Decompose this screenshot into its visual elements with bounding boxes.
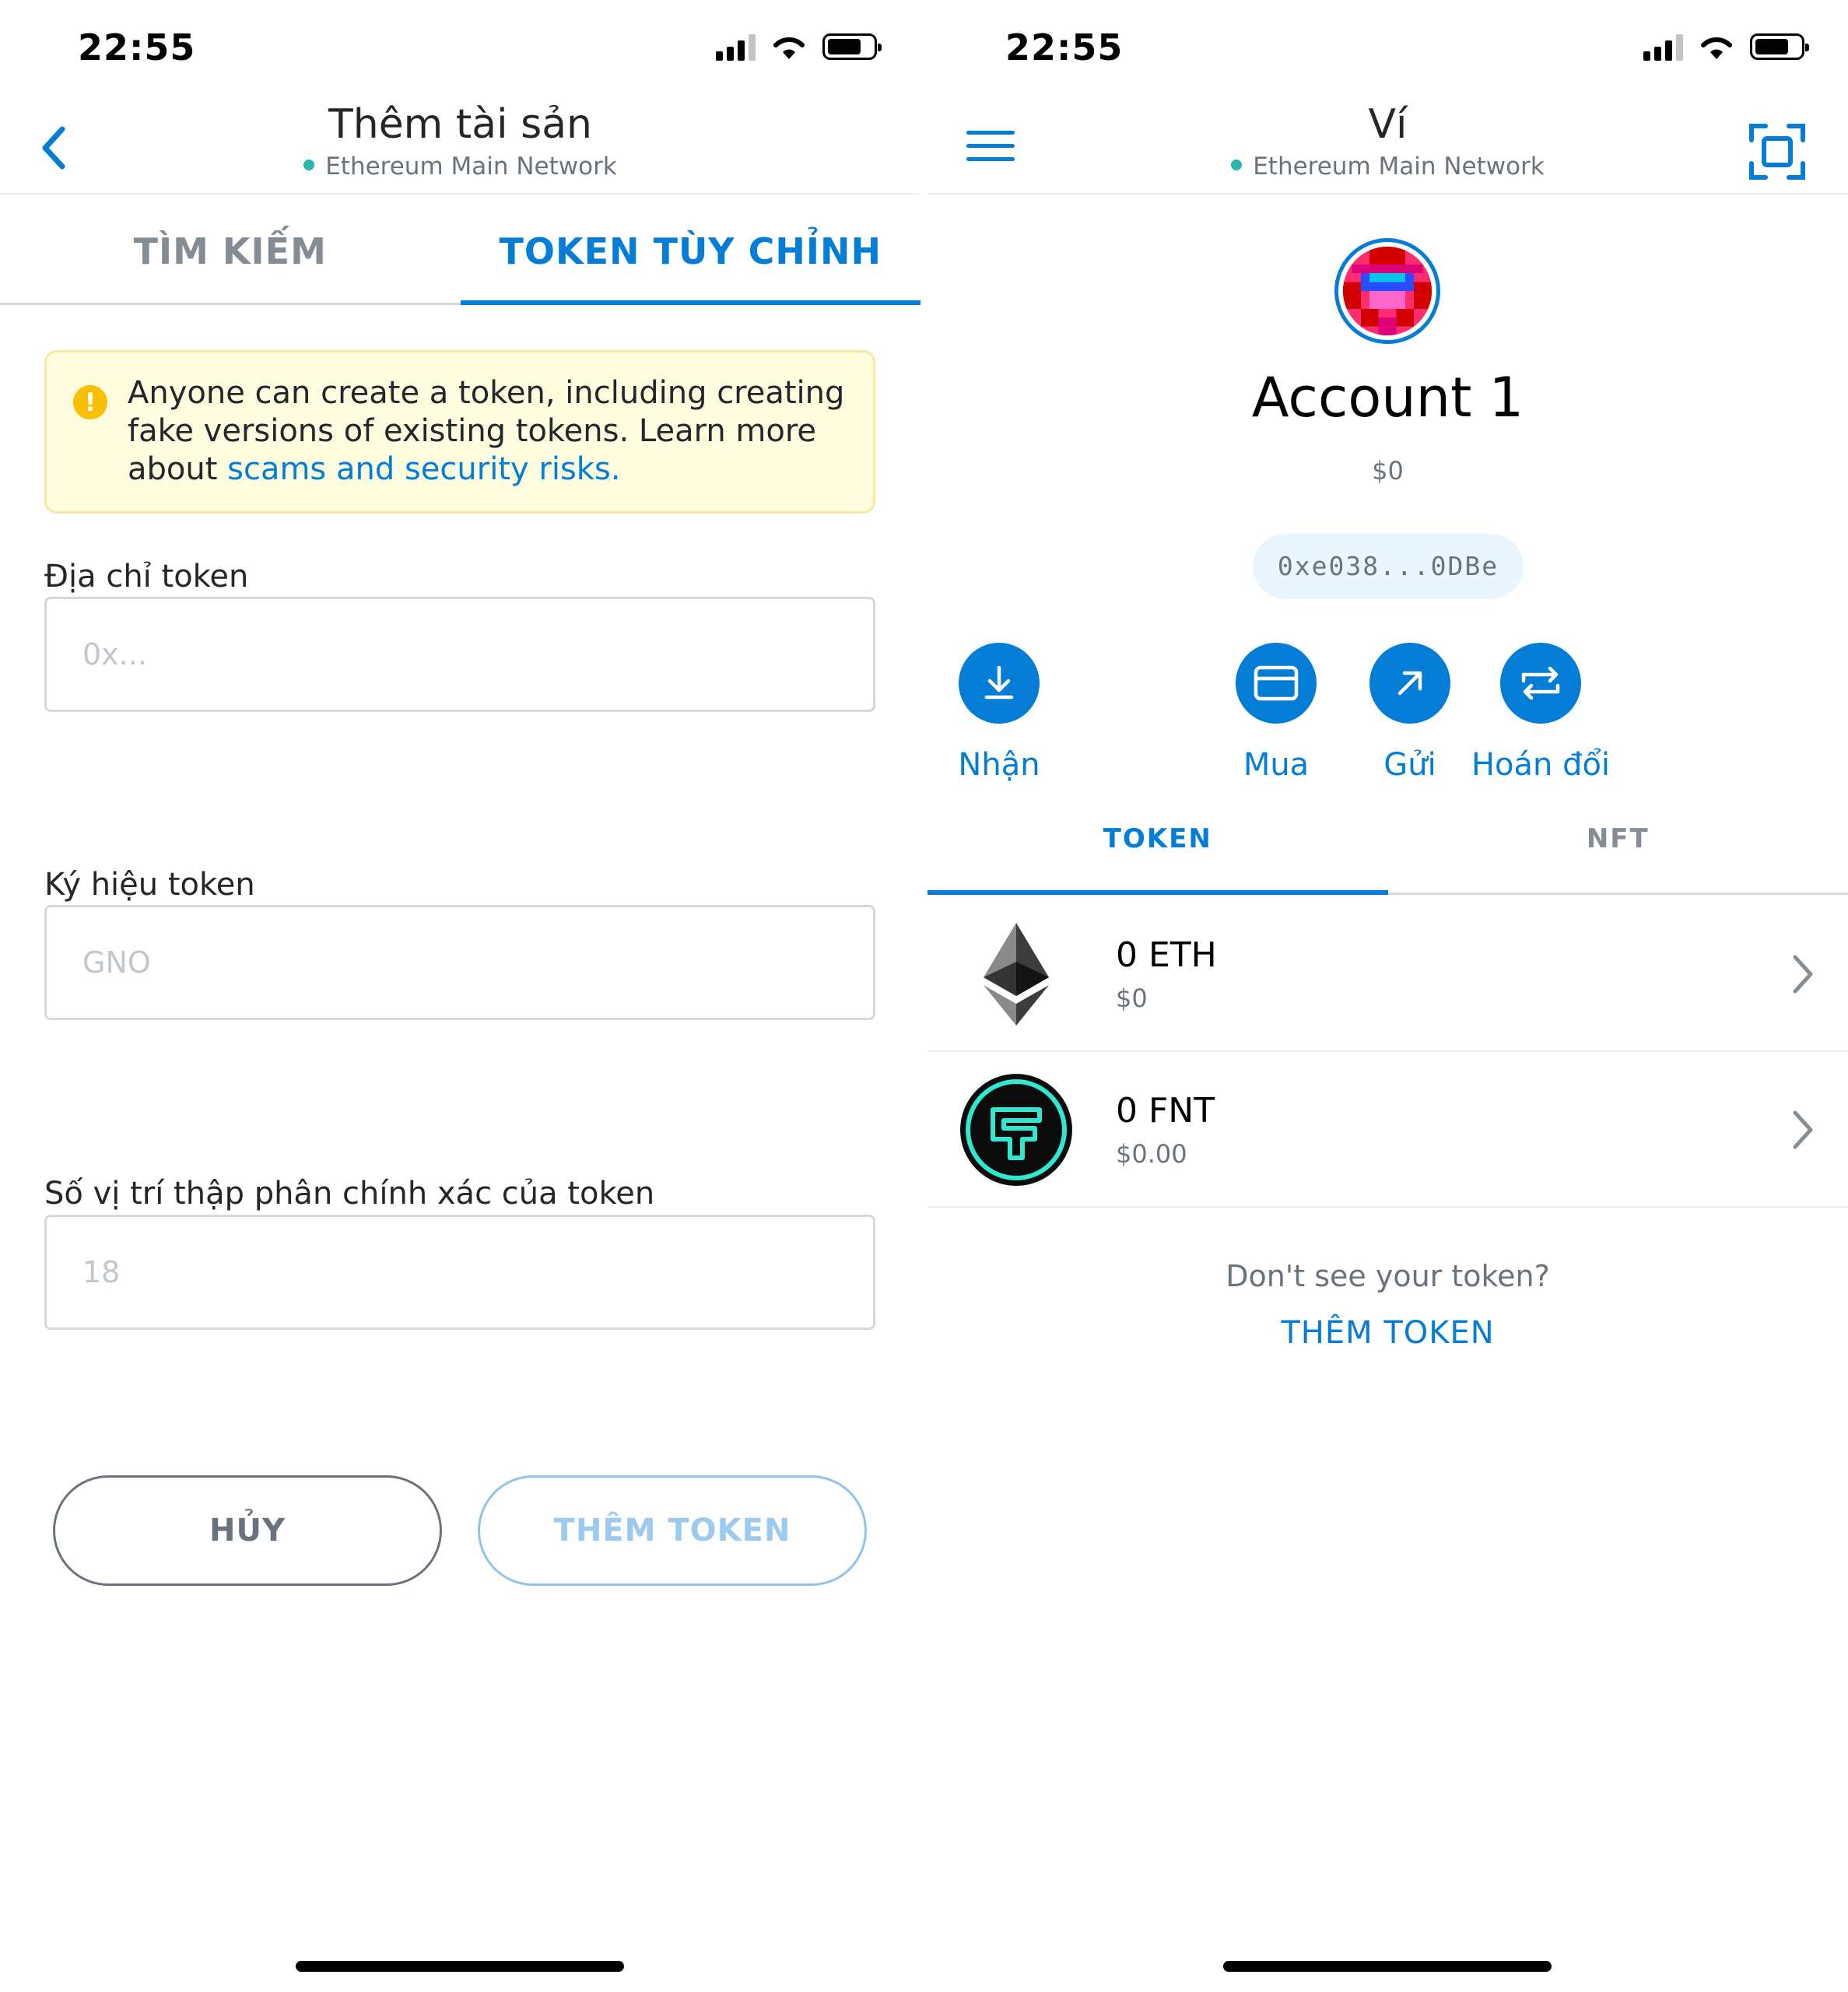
ethereum-icon [984,923,1049,1026]
network-indicator[interactable]: Ethereum Main Network [0,153,920,181]
fnt-token-icon [960,1074,1072,1186]
swap-icon [1521,666,1560,700]
card-icon [1254,665,1299,701]
exclamation-icon: ! [73,385,107,419]
account-address-button[interactable]: 0xe038...0DBe [1253,534,1524,599]
warning-banner: ! Anyone can create a token, including c… [44,350,875,514]
tab-nft[interactable]: NFT [1388,809,1848,893]
status-time: 22:55 [1005,26,1124,68]
wifi-icon [1701,37,1732,59]
battery-icon [1750,33,1809,60]
warning-text: Anyone can create a token, including cre… [128,374,859,489]
account-name[interactable]: Account 1 [928,366,1848,430]
asset-tabs: TÌM KIẾM TOKEN TÙY CHỈNH [0,196,920,305]
token-fiat-value: $0 [1116,984,1148,1013]
scams-security-link[interactable]: scams and security risks. [227,451,620,487]
send-arrow-icon [1397,671,1422,696]
receive-button[interactable]: Nhận [929,643,1069,783]
send-button[interactable]: Gửi [1340,643,1480,783]
status-time: 22:55 [78,26,196,68]
identicon-icon [1343,247,1432,335]
token-row-fnt[interactable]: 0 FNT $0.00 [928,1052,1848,1208]
page-title: Thêm tài sản [328,101,593,148]
token-row-eth[interactable]: 0 ETH $0 [928,896,1848,1052]
tab-token[interactable]: TOKEN [928,809,1388,895]
token-address-input[interactable] [44,597,875,712]
token-decimals-input[interactable] [44,1215,875,1330]
home-indicator[interactable] [296,1961,624,1972]
receive-label: Nhận [958,747,1040,783]
network-name: Ethereum Main Network [1253,153,1545,181]
chevron-right-icon [1793,1110,1813,1149]
qr-scan-icon[interactable] [1748,123,1806,181]
add-token-button[interactable]: THÊM TOKEN [478,1475,867,1586]
cancel-button[interactable]: HỦY [53,1475,442,1586]
network-name: Ethereum Main Network [325,153,617,181]
add-asset-screen: 22:55 Thêm tài sản Ethereum Main Network… [0,0,920,1992]
token-fiat-value: $0.00 [1116,1139,1187,1169]
nav-header: Thêm tài sản Ethereum Main Network [0,93,920,195]
network-status-dot [1231,159,1243,170]
battery-icon [822,33,882,60]
token-amount: 0 FNT [1116,1091,1215,1131]
status-icons [716,33,882,61]
tab-search[interactable]: TÌM KIẾM [0,196,461,303]
buy-label: Mua [1243,747,1310,783]
cellular-signal-icon [716,33,756,61]
missing-token-prompt: Don't see your token? [1226,1259,1550,1293]
swap-button[interactable]: Hoán đổi [1471,643,1611,783]
tab-custom-token[interactable]: TOKEN TÙY CHỈNH [460,196,921,305]
wallet-tabs: TOKEN NFT [928,809,1848,895]
token-symbol-label: Ký hiệu token [44,867,255,903]
chevron-right-icon [1793,955,1813,994]
account-avatar[interactable] [1334,238,1440,344]
send-label: Gửi [1383,747,1436,783]
token-decimals-label: Số vị trí thập phân chính xác của token [44,1176,655,1212]
status-icons [1643,33,1809,61]
token-amount: 0 ETH [1116,935,1217,975]
receive-icon [984,665,1014,700]
account-balance: $0 [1372,456,1404,486]
network-status-dot [303,159,315,170]
wallet-screen: 22:55 Ví Ethereum Main Network Account 1… [928,0,1848,1992]
page-title: Ví [1368,101,1408,148]
wifi-icon [773,37,805,59]
swap-label: Hoán đổi [1471,747,1611,783]
buy-button[interactable]: Mua [1206,643,1346,783]
token-symbol-input[interactable] [44,905,875,1020]
cellular-signal-icon [1643,33,1683,61]
network-indicator[interactable]: Ethereum Main Network [928,153,1848,181]
nav-header: Ví Ethereum Main Network [928,93,1848,195]
token-address-label: Địa chỉ token [44,559,249,594]
add-token-link[interactable]: THÊM TOKEN [928,1315,1848,1351]
home-indicator[interactable] [1223,1961,1552,1972]
